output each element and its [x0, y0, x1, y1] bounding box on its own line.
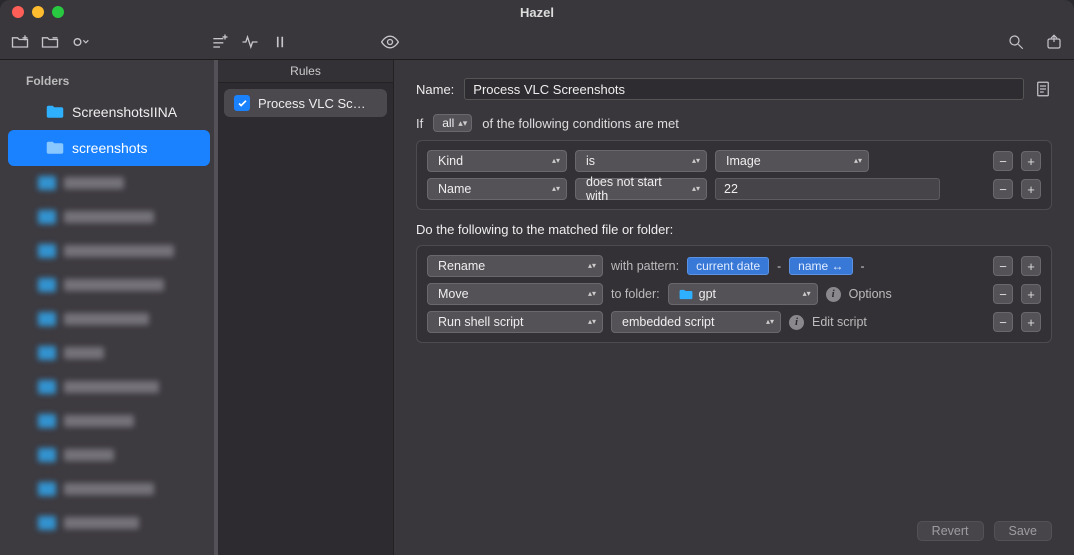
name-label: Name:	[416, 82, 454, 97]
rule-item[interactable]: Process VLC Sc…	[224, 89, 387, 117]
destination-folder-select[interactable]: gpt ▴▾	[668, 283, 818, 305]
add-folder-icon[interactable]	[10, 32, 30, 52]
activity-icon[interactable]	[240, 32, 260, 52]
settings-menu-icon[interactable]	[70, 32, 90, 52]
pattern-separator: -	[775, 258, 783, 274]
action-mid-label: to folder:	[611, 287, 660, 301]
edit-script-link[interactable]: Edit script	[812, 315, 867, 329]
folder-label: ScreenshotsIINA	[72, 104, 177, 120]
remove-action-button[interactable]: −	[993, 312, 1013, 332]
remove-action-button[interactable]: −	[993, 256, 1013, 276]
action-type-select[interactable]: Rename▴▾	[427, 255, 603, 277]
folder-icon	[46, 105, 64, 119]
folder-label: screenshots	[72, 140, 147, 156]
folders-sidebar: Folders ScreenshotsIINA screenshots	[0, 60, 218, 555]
folder-item-blurred[interactable]	[0, 268, 218, 302]
folder-item-blurred[interactable]	[0, 200, 218, 234]
condition-value-select[interactable]: Image▴▾	[715, 150, 869, 172]
share-export-icon[interactable]	[1044, 32, 1064, 52]
add-action-button[interactable]: +	[1021, 284, 1041, 304]
condition-row: Kind▴▾ is▴▾ Image▴▾ − +	[423, 147, 1045, 175]
if-label: If	[416, 116, 423, 131]
folder-item-blurred[interactable]	[0, 438, 218, 472]
window-controls	[12, 6, 64, 18]
remove-condition-button[interactable]: −	[993, 179, 1013, 199]
action-type-select[interactable]: Move▴▾	[427, 283, 603, 305]
folder-item-blurred[interactable]	[0, 336, 218, 370]
notes-icon[interactable]	[1034, 80, 1052, 98]
folders-header: Folders	[0, 68, 218, 94]
script-select[interactable]: embedded script▴▾	[611, 311, 781, 333]
condition-attribute-select[interactable]: Name▴▾	[427, 178, 567, 200]
condition-operator-select[interactable]: does not start with▴▾	[575, 178, 707, 200]
window-title: Hazel	[0, 5, 1074, 20]
conditions-box: Kind▴▾ is▴▾ Image▴▾ − + Name▴▾ does not …	[416, 140, 1052, 210]
info-icon[interactable]: i	[826, 287, 841, 302]
preview-eye-icon[interactable]	[380, 32, 400, 52]
folder-icon	[679, 289, 693, 300]
folder-item-blurred[interactable]	[0, 472, 218, 506]
folder-item-blurred[interactable]	[0, 166, 218, 200]
condition-operator-select[interactable]: is▴▾	[575, 150, 707, 172]
rule-enabled-checkbox[interactable]	[234, 95, 250, 111]
revert-button[interactable]: Revert	[917, 521, 984, 541]
toolbar	[0, 24, 1074, 60]
folder-item-screenshots[interactable]: screenshots	[8, 130, 210, 166]
actions-header: Do the following to the matched file or …	[416, 222, 1052, 237]
pattern-separator: -	[859, 258, 867, 274]
rename-pattern[interactable]: current date - name ↔ -	[687, 257, 866, 275]
rule-name-input[interactable]	[464, 78, 1024, 100]
pattern-token[interactable]: name ↔	[789, 257, 852, 275]
pause-icon[interactable]	[270, 32, 290, 52]
rule-label: Process VLC Sc…	[258, 96, 366, 111]
if-suffix: of the following conditions are met	[482, 116, 679, 131]
condition-value-input[interactable]	[715, 178, 940, 200]
folder-item-blurred[interactable]	[0, 370, 218, 404]
action-row-rename: Rename▴▾ with pattern: current date - na…	[423, 252, 1045, 280]
rule-editor: Name: If all ▴▾ of the following conditi…	[394, 60, 1074, 555]
add-action-button[interactable]: +	[1021, 256, 1041, 276]
rules-header: Rules	[218, 60, 393, 83]
rules-list: Rules Process VLC Sc…	[218, 60, 394, 555]
remove-action-button[interactable]: −	[993, 284, 1013, 304]
match-scope-select[interactable]: all ▴▾	[433, 114, 472, 132]
info-icon[interactable]: i	[789, 315, 804, 330]
save-button[interactable]: Save	[994, 521, 1053, 541]
folder-item-blurred[interactable]	[0, 234, 218, 268]
condition-row: Name▴▾ does not start with▴▾ − +	[423, 175, 1045, 203]
remove-condition-button[interactable]: −	[993, 151, 1013, 171]
editor-buttons: Revert Save	[917, 521, 1052, 541]
close-window-button[interactable]	[12, 6, 24, 18]
chevron-updown-icon: ▴▾	[458, 119, 467, 128]
folder-item-blurred[interactable]	[0, 404, 218, 438]
options-link[interactable]: Options	[849, 287, 892, 301]
folder-item-blurred[interactable]	[0, 506, 218, 540]
action-row-shell: Run shell script▴▾ embedded script▴▾ i E…	[423, 308, 1045, 336]
folder-item-blurred[interactable]	[0, 302, 218, 336]
add-action-button[interactable]: +	[1021, 312, 1041, 332]
actions-box: Rename▴▾ with pattern: current date - na…	[416, 245, 1052, 343]
titlebar: Hazel	[0, 0, 1074, 24]
folder-item-screenshotsiina[interactable]: ScreenshotsIINA	[8, 94, 210, 130]
add-condition-button[interactable]: +	[1021, 179, 1041, 199]
add-condition-button[interactable]: +	[1021, 151, 1041, 171]
pattern-token[interactable]: current date	[687, 257, 769, 275]
action-row-move: Move▴▾ to folder: gpt ▴▾ i Options − +	[423, 280, 1045, 308]
condition-attribute-select[interactable]: Kind▴▾	[427, 150, 567, 172]
action-type-select[interactable]: Run shell script▴▾	[427, 311, 603, 333]
main-area: Folders ScreenshotsIINA screenshots Rule…	[0, 60, 1074, 555]
remove-folder-icon[interactable]	[40, 32, 60, 52]
search-icon[interactable]	[1006, 32, 1026, 52]
action-mid-label: with pattern:	[611, 259, 679, 273]
folder-icon	[46, 141, 64, 155]
rules-list-icon[interactable]	[210, 32, 230, 52]
zoom-window-button[interactable]	[52, 6, 64, 18]
minimize-window-button[interactable]	[32, 6, 44, 18]
